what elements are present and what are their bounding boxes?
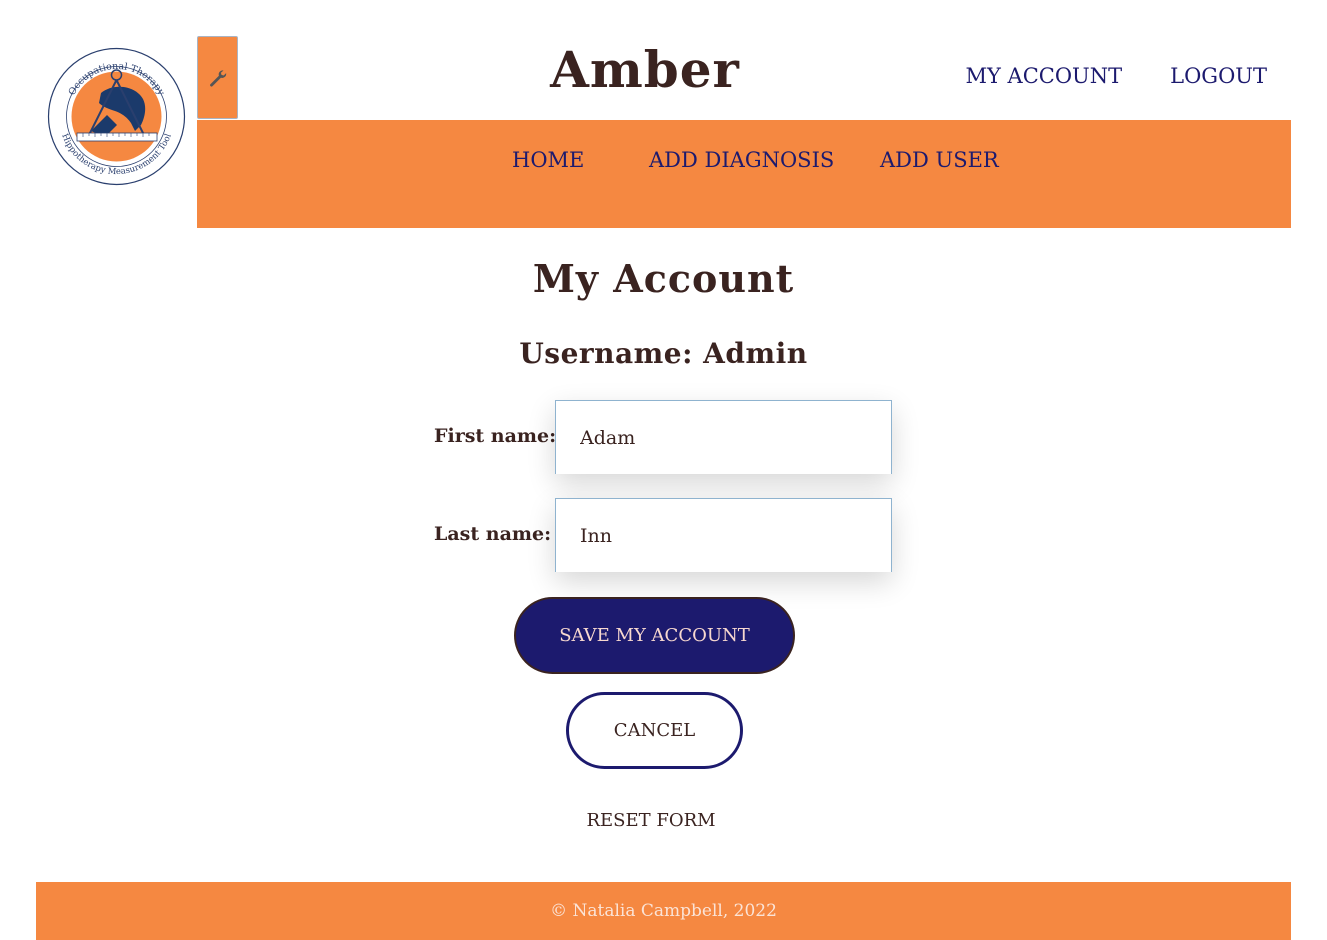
nav-home-link[interactable]: HOME xyxy=(512,148,584,172)
reset-form-link[interactable]: RESET FORM xyxy=(0,810,1302,831)
page-title: My Account xyxy=(532,256,795,301)
last-name-label: Last name: xyxy=(434,523,552,545)
my-account-link[interactable]: MY ACCOUNT xyxy=(966,64,1123,88)
username-heading: Username: Admin xyxy=(519,337,808,370)
logout-link[interactable]: LOGOUT xyxy=(1170,64,1267,88)
nav-add-user-link[interactable]: ADD USER xyxy=(880,148,999,172)
save-my-account-button[interactable]: SAVE MY ACCOUNT xyxy=(514,597,795,674)
nav-add-diagnosis-link[interactable]: ADD DIAGNOSIS xyxy=(649,148,834,172)
first-name-label: First name: xyxy=(434,425,557,447)
cancel-button[interactable]: CANCEL xyxy=(566,692,743,769)
footer-copyright: © Natalia Campbell, 2022 xyxy=(550,901,777,921)
main-nav: HOME ADD DIAGNOSIS ADD USER xyxy=(197,120,1291,228)
first-name-input[interactable] xyxy=(555,400,892,474)
account-links: MY ACCOUNT LOGOUT xyxy=(966,64,1268,88)
page: Occupational Therapy Hippotherapy Measur… xyxy=(0,0,1327,940)
last-name-input[interactable] xyxy=(555,498,892,572)
footer: © Natalia Campbell, 2022 xyxy=(36,882,1291,940)
